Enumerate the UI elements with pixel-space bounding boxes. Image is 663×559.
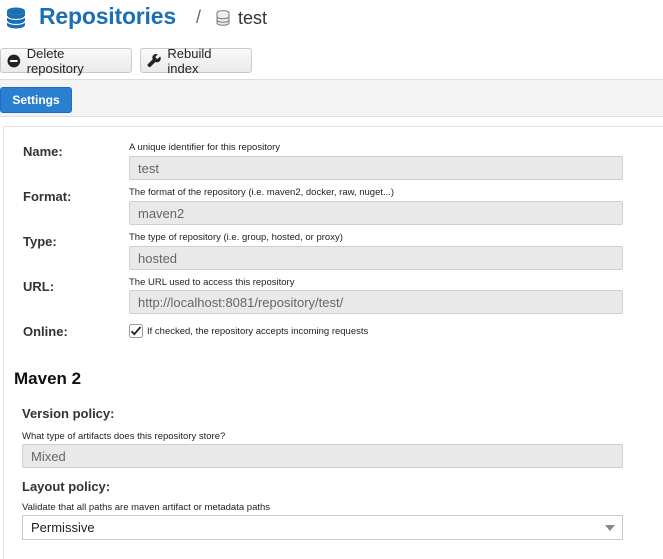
rebuild-index-button[interactable]: Rebuild index <box>140 45 252 76</box>
page-header: Repositories / test <box>0 0 663 44</box>
chevron-down-icon[interactable] <box>605 525 615 531</box>
version-policy-help: What type of artifacts does this reposit… <box>22 431 226 442</box>
name-field[interactable]: test <box>129 156 623 180</box>
layout-policy-label: Layout policy: <box>22 479 111 494</box>
breadcrumb-repo-name: test <box>238 8 268 28</box>
database-icon <box>216 10 230 26</box>
type-label: Type: <box>23 234 57 249</box>
minus-circle-icon <box>7 54 21 67</box>
type-field[interactable]: hosted <box>129 246 623 270</box>
layout-policy-help: Validate that all paths are maven artifa… <box>22 502 271 513</box>
format-help: The format of the repository (i.e. maven… <box>129 187 395 198</box>
online-checkbox[interactable] <box>129 324 143 338</box>
layout-policy-select[interactable]: Permissive <box>22 515 623 540</box>
layout-policy-value: Permissive <box>31 520 95 535</box>
repositories-icon <box>6 7 26 29</box>
version-policy-field[interactable]: Mixed <box>22 444 623 468</box>
rebuild-index-label: Rebuild index <box>167 45 212 76</box>
type-help: The type of repository (i.e. group, host… <box>129 232 343 243</box>
version-policy-label: Version policy: <box>22 406 115 421</box>
delete-repository-label: Delete repository <box>26 45 84 76</box>
name-help: A unique identifier for this repository <box>129 142 281 153</box>
maven-section-heading: Maven 2 <box>14 369 82 388</box>
format-label: Format: <box>23 189 72 204</box>
delete-repository-button[interactable]: Delete repository <box>0 45 132 76</box>
breadcrumb-separator: / <box>196 7 202 27</box>
page-title[interactable]: Repositories <box>39 3 176 30</box>
wrench-icon <box>147 53 161 68</box>
tab-bar: Settings <box>0 79 663 117</box>
url-field[interactable]: http://localhost:8081/repository/test/ <box>129 290 623 314</box>
url-help: The URL used to access this repository <box>129 277 295 288</box>
toolbar: Delete repository Rebuild index <box>0 46 663 79</box>
online-help: If checked, the repository accepts incom… <box>147 326 369 337</box>
online-label: Online: <box>23 324 68 339</box>
tab-settings[interactable]: Settings <box>0 87 72 113</box>
name-label: Name: <box>23 144 63 159</box>
url-label: URL: <box>23 279 55 294</box>
format-field[interactable]: maven2 <box>129 201 623 225</box>
